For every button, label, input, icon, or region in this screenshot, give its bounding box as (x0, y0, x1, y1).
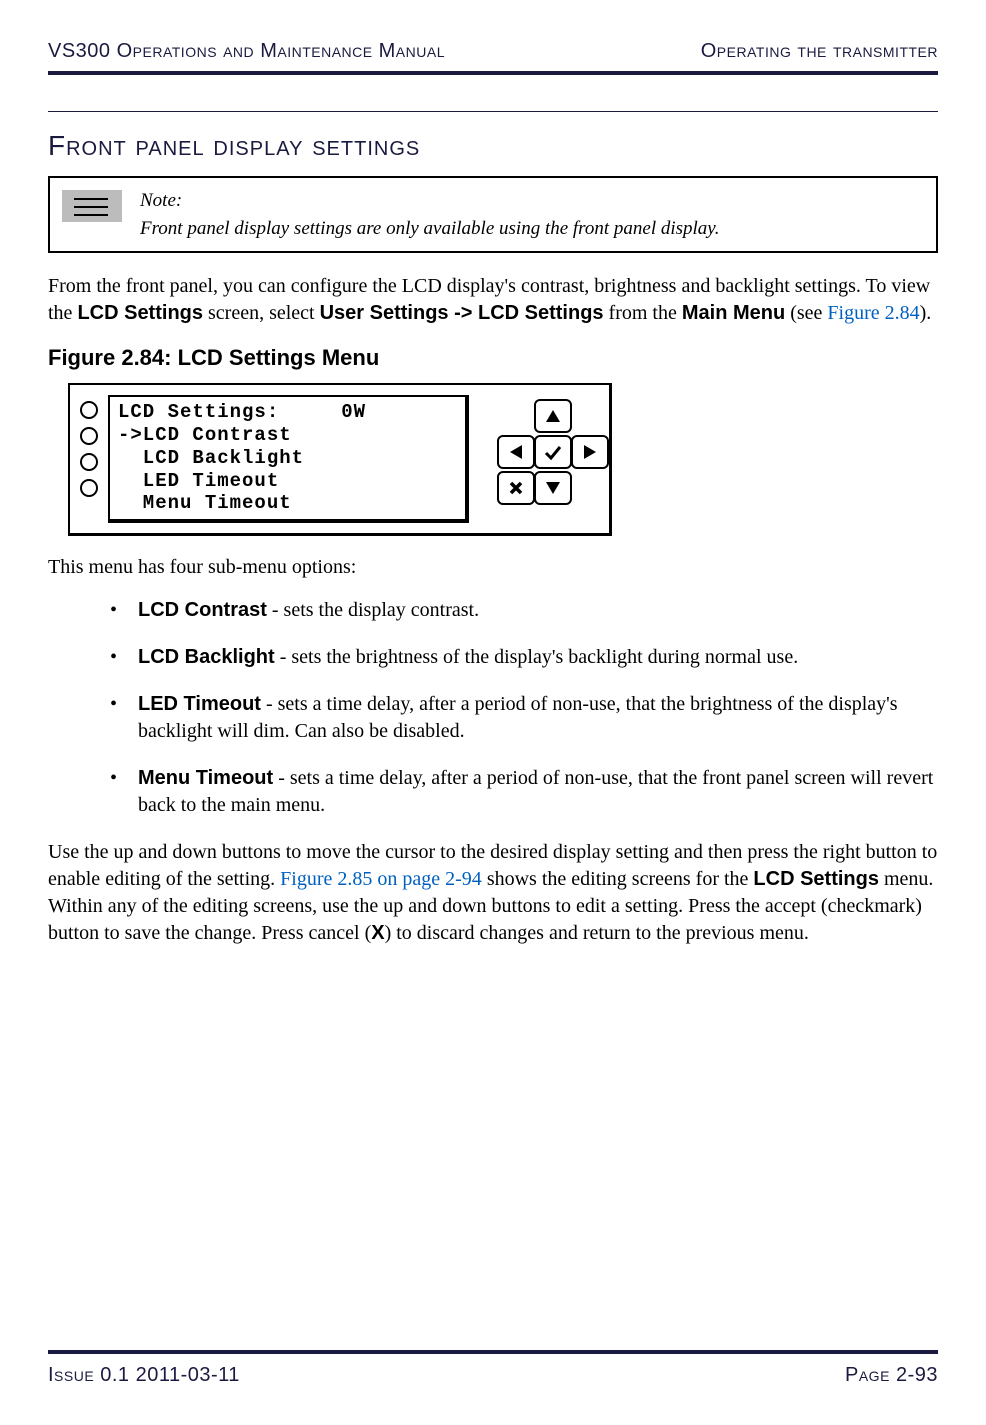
header-rule (48, 71, 938, 75)
led-indicator (80, 427, 98, 445)
page-footer: Issue 0.1 2011-03-11 Page 2-93 (48, 1350, 938, 1387)
up-button[interactable] (534, 399, 572, 433)
list-item: LED Timeout - sets a time delay, after a… (110, 691, 938, 745)
closing-paragraph: Use the up and down buttons to move the … (48, 839, 938, 947)
list-item: LCD Backlight - sets the brightness of t… (110, 644, 938, 671)
section-rule (48, 111, 938, 112)
led-indicator (80, 401, 98, 419)
page-header: VS300 Operations and Maintenance Manual … (48, 40, 938, 69)
left-button[interactable] (497, 435, 535, 469)
note-body: Front panel display settings are only av… (140, 218, 719, 239)
options-list: LCD Contrast - sets the display contrast… (48, 597, 938, 819)
led-indicator (80, 453, 98, 471)
header-left: VS300 Operations and Maintenance Manual (48, 40, 445, 63)
submenu-intro: This menu has four sub-menu options: (48, 554, 938, 581)
section-title: Front panel display settings (48, 130, 938, 162)
footer-left: Issue 0.1 2011-03-11 (48, 1364, 240, 1387)
accept-button[interactable] (534, 435, 572, 469)
arrow-right-icon (583, 444, 597, 460)
note-text: Note: Front panel display settings are o… (140, 188, 719, 241)
figure-link-2[interactable]: Figure 2.85 on page 2-94 (280, 868, 482, 890)
lcd-leds (80, 395, 98, 523)
arrow-left-icon (509, 444, 523, 460)
arrow-up-icon (545, 409, 561, 423)
checkmark-icon (544, 444, 562, 460)
footer-right: Page 2-93 (845, 1364, 938, 1387)
down-button[interactable] (534, 471, 572, 505)
note-box: Note: Front panel display settings are o… (48, 176, 938, 253)
list-item: LCD Contrast - sets the display contrast… (110, 597, 938, 624)
header-right: Operating the transmitter (701, 40, 938, 63)
lcd-buttons (479, 395, 599, 523)
x-icon (508, 480, 524, 496)
figure-link[interactable]: Figure 2.84 (827, 302, 919, 324)
led-indicator (80, 479, 98, 497)
note-icon (62, 190, 122, 222)
lcd-screen: LCD Settings: 0W ->LCD Contrast LCD Back… (108, 395, 469, 523)
right-button[interactable] (571, 435, 609, 469)
intro-paragraph: From the front panel, you can configure … (48, 273, 938, 327)
cancel-button[interactable] (497, 471, 535, 505)
arrow-down-icon (545, 481, 561, 495)
footer-rule (48, 1350, 938, 1354)
note-label: Note: (140, 188, 719, 214)
lcd-panel: LCD Settings: 0W ->LCD Contrast LCD Back… (68, 383, 612, 536)
list-item: Menu Timeout - sets a time delay, after … (110, 765, 938, 819)
figure-caption: Figure 2.84: LCD Settings Menu (48, 345, 938, 371)
